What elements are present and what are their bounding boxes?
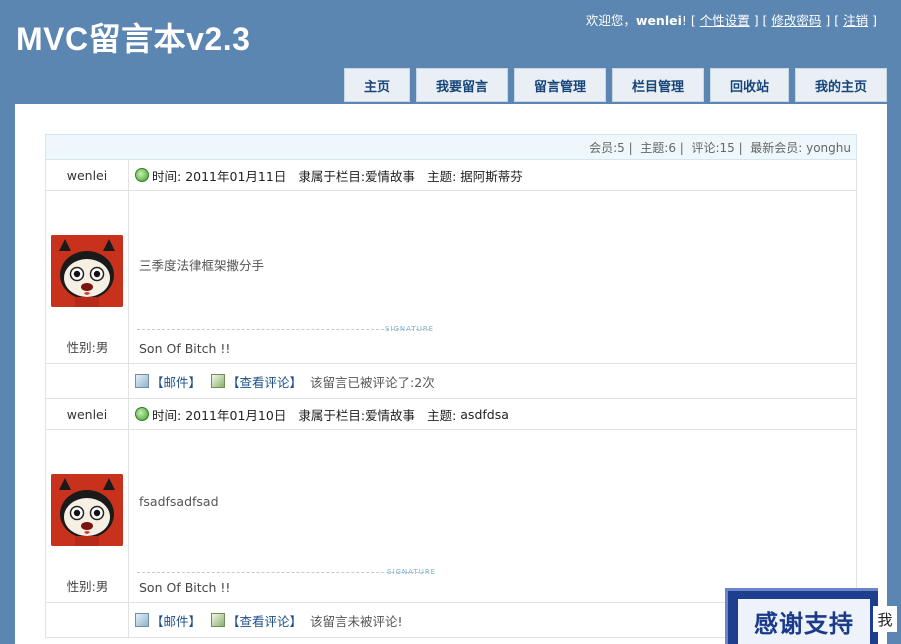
post-category: 爱情故事	[365, 407, 416, 423]
mail-link[interactable]: 【邮件】	[135, 611, 201, 630]
welcome-text: 欢迎您，	[585, 13, 636, 28]
header: MVC留言本v2.3 欢迎您，wenlei! [ 个性设置 ] [ 修改密码 ]…	[0, 0, 901, 104]
site-logo[interactable]: MVC留言本v2.3	[16, 14, 250, 60]
change-password-link[interactable]: 修改密码	[771, 13, 821, 28]
post-subject: asdfdsa	[460, 406, 509, 422]
post-category: 爱情故事	[365, 168, 416, 184]
post-content: fsadfsadfsad SIGNATURE Son Of Bitch !!	[129, 430, 856, 602]
logout-link[interactable]: 注销	[843, 13, 868, 28]
post-date: 2011年01月10日	[185, 407, 287, 423]
mail-link[interactable]: 【邮件】	[135, 372, 201, 391]
message-list: 会员:5 | 主题:6 | 评论:15 | 最新会员: yonghu wenle…	[45, 134, 857, 638]
subject-label: 主题:	[427, 168, 457, 184]
username: wenlei	[635, 13, 682, 28]
tab-post-message[interactable]: 我要留言	[416, 68, 508, 102]
main-panel: 会员:5 | 主题:6 | 评论:15 | 最新会员: yonghu wenle…	[15, 104, 887, 644]
thanks-badge-tail: 我	[873, 606, 897, 632]
signature-tag: SIGNATURE	[387, 568, 437, 576]
tab-my-homepage[interactable]: 我的主页	[795, 68, 887, 102]
thanks-support-label: 感谢支持	[738, 599, 870, 644]
tab-home[interactable]: 主页	[344, 68, 410, 102]
tab-recycle-bin[interactable]: 回收站	[710, 68, 789, 102]
post-actions-row: 【邮件】 【查看评论】 该留言已被评论了:2次	[46, 364, 856, 399]
mail-link-label: 【邮件】	[151, 374, 202, 390]
author-info: 性别:男	[46, 191, 129, 363]
time-icon	[135, 407, 149, 421]
time-label: 时间:	[152, 407, 182, 423]
post-body-text: 三季度法律框架撒分手	[139, 258, 265, 273]
category-label: 隶属于栏目:	[298, 407, 366, 423]
post-meta: 时间: 2011年01月11日 隶属于栏目: 爱情故事 主题: 据阿斯蒂芬	[129, 160, 856, 190]
comments-icon	[211, 613, 226, 627]
view-comments-label: 【查看评论】	[227, 613, 303, 629]
actions-spacer	[46, 603, 129, 637]
post-header-row: wenlei 时间: 2011年01月10日 隶属于栏目: 爱情故事 主题: as…	[46, 399, 856, 430]
main-nav: 主页 我要留言 留言管理 栏目管理 回收站 我的主页	[0, 68, 901, 102]
mail-icon	[135, 613, 149, 627]
post-body-row: 性别:男 fsadfsadfsad SIGNATURE Son Of Bitch…	[46, 430, 856, 603]
post-author[interactable]: wenlei	[46, 399, 129, 429]
view-comments-link[interactable]: 【查看评论】	[211, 611, 302, 630]
comments-icon	[211, 374, 226, 388]
author-info: 性别:男	[46, 430, 129, 602]
category-label: 隶属于栏目:	[298, 168, 366, 184]
time-icon	[135, 168, 149, 182]
avatar	[51, 235, 123, 307]
post-date: 2011年01月11日	[185, 168, 287, 184]
tab-category-management[interactable]: 栏目管理	[612, 68, 704, 102]
time-label: 时间:	[152, 168, 182, 184]
user-bar: 欢迎您，wenlei! [ 个性设置 ] [ 修改密码 ] [ 注销 ]	[585, 13, 877, 28]
subject-label: 主题:	[427, 407, 457, 423]
thanks-support-badge[interactable]: 感谢支持	[725, 588, 878, 644]
post-header-row: wenlei 时间: 2011年01月11日 隶属于栏目: 爱情故事 主题: 据阿…	[46, 160, 856, 191]
site-stats-bar: 会员:5 | 主题:6 | 评论:15 | 最新会员: yonghu	[45, 134, 857, 160]
post-body-text: fsadfsadfsad	[139, 494, 219, 509]
comment-status: 该留言已被评论了:2次	[310, 374, 435, 390]
post-actions: 【邮件】 【查看评论】 该留言已被评论了:2次	[129, 364, 856, 398]
avatar	[51, 474, 123, 546]
author-gender: 性别:男	[66, 340, 109, 355]
post-signature: Son Of Bitch !!	[139, 341, 231, 356]
tab-message-management[interactable]: 留言管理	[514, 68, 606, 102]
post-meta: 时间: 2011年01月10日 隶属于栏目: 爱情故事 主题: asdfdsa	[129, 399, 856, 429]
post-author[interactable]: wenlei	[46, 160, 129, 190]
view-comments-label: 【查看评论】	[227, 374, 303, 390]
post-body-row: 性别:男 三季度法律框架撒分手 SIGNATURE Son Of Bitch !…	[46, 191, 856, 364]
signature-divider	[137, 572, 429, 573]
post-signature: Son Of Bitch !!	[139, 580, 231, 595]
post-subject: 据阿斯蒂芬	[460, 168, 523, 184]
post-content: 三季度法律框架撒分手 SIGNATURE Son Of Bitch !!	[129, 191, 856, 363]
author-gender: 性别:男	[66, 579, 109, 594]
profile-settings-link[interactable]: 个性设置	[700, 13, 750, 28]
view-comments-link[interactable]: 【查看评论】	[211, 372, 302, 391]
mail-icon	[135, 374, 149, 388]
comment-status: 该留言未被评论!	[310, 613, 403, 629]
message-post: wenlei 时间: 2011年01月11日 隶属于栏目: 爱情故事 主题: 据阿…	[45, 160, 857, 399]
actions-spacer	[46, 364, 129, 398]
signature-tag: SIGNATURE	[385, 325, 435, 333]
mail-link-label: 【邮件】	[151, 613, 202, 629]
welcome-suffix: !	[681, 13, 687, 28]
